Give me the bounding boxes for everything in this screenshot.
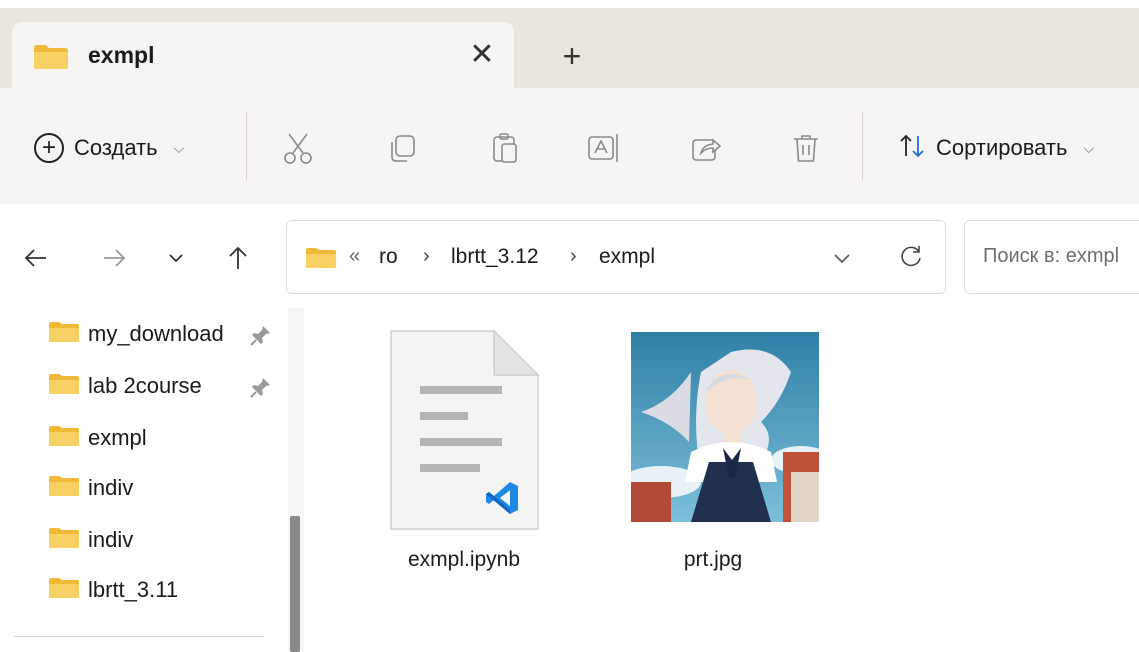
recent-locations-chevron-icon[interactable]: [156, 238, 196, 278]
breadcrumb-overflow[interactable]: «: [349, 245, 360, 268]
new-tab-button[interactable]: +: [550, 34, 594, 78]
tab-title: exmpl: [88, 42, 155, 68]
pin-icon[interactable]: [250, 324, 272, 351]
chevron-down-icon: ⌵: [1083, 139, 1095, 156]
delete-icon[interactable]: [786, 128, 826, 168]
folder-icon: [48, 527, 80, 554]
sidebar-item-label: my_download: [88, 321, 224, 346]
sidebar-item-label: exmpl: [88, 425, 147, 450]
sidebar-item-indiv[interactable]: indiv: [48, 468, 133, 508]
folder-icon: [48, 425, 80, 452]
sort-arrows-icon: [898, 132, 926, 165]
navigation-pane: my_download lab 2course exmpl indiv indi…: [0, 308, 318, 652]
create-button[interactable]: + Создать ⌵: [34, 128, 184, 168]
pin-icon[interactable]: [250, 376, 272, 403]
close-tab-icon[interactable]: ✕: [458, 30, 506, 78]
search-input[interactable]: Поиск в: exmpl: [964, 220, 1139, 294]
refresh-icon[interactable]: [891, 237, 931, 277]
back-arrow-icon[interactable]: [16, 238, 56, 278]
window-top-edge: [0, 0, 1139, 8]
toolbar-divider: [862, 112, 863, 180]
sidebar-item-my-download[interactable]: my_download: [48, 314, 224, 354]
sidebar-scrollbar-thumb[interactable]: [290, 516, 300, 652]
sidebar-item-label: indiv: [88, 475, 134, 500]
breadcrumb-item[interactable]: exmpl: [599, 245, 655, 269]
sort-label: Сортировать: [936, 135, 1068, 160]
forward-arrow-icon[interactable]: [94, 238, 134, 278]
rename-icon[interactable]: [584, 128, 624, 168]
folder-icon: [48, 321, 80, 348]
folder-icon: [305, 247, 337, 274]
tab-bar: exmpl ✕ +: [0, 8, 1139, 88]
sort-button[interactable]: Сортировать ⌵: [898, 128, 1094, 168]
file-item-prt-jpg[interactable]: prt.jpg: [613, 324, 831, 574]
folder-icon: [33, 44, 69, 75]
file-item-exmpl-ipynb[interactable]: exmpl.ipynb: [364, 324, 564, 574]
command-bar: + Создать ⌵ Сортировать ⌵: [0, 88, 1139, 204]
sidebar-item-exmpl[interactable]: exmpl: [48, 418, 147, 458]
file-name: exmpl.ipynb: [407, 548, 521, 571]
sidebar-item-label: indiv: [88, 527, 134, 552]
address-dropdown-chevron-icon[interactable]: [825, 241, 859, 275]
share-icon[interactable]: [686, 128, 726, 168]
breadcrumb-separator[interactable]: ›: [570, 245, 577, 268]
sidebar-item-lbrtt-3-11[interactable]: lbrtt_3.11: [48, 570, 178, 610]
navigation-row: « ro › lbrtt_3.12 › exmpl Поиск в: exmpl: [0, 204, 1139, 308]
image-thumbnail: [621, 332, 831, 527]
file-name: prt.jpg: [683, 548, 743, 571]
chevron-down-icon: ⌵: [173, 139, 185, 156]
sidebar-item-lab-2course[interactable]: lab 2course: [48, 366, 202, 406]
cut-icon[interactable]: [278, 128, 318, 168]
sidebar-item-label: lbrtt_3.11: [88, 577, 179, 602]
sidebar-divider: [14, 636, 264, 637]
breadcrumb-item[interactable]: ro: [379, 245, 398, 269]
toolbar-divider: [246, 112, 247, 180]
file-list: exmpl.ipynb prt.jpg: [318, 308, 1139, 652]
paste-icon[interactable]: [486, 128, 526, 168]
vscode-document-icon: [390, 329, 540, 535]
folder-icon: [48, 475, 80, 502]
plus-circle-icon: +: [34, 133, 64, 163]
up-arrow-icon[interactable]: [218, 238, 258, 278]
sidebar-item-indiv[interactable]: indiv: [48, 520, 133, 560]
folder-icon: [48, 577, 80, 604]
breadcrumb-separator[interactable]: ›: [423, 245, 430, 268]
tab-exmpl[interactable]: exmpl ✕: [12, 22, 514, 88]
copy-icon[interactable]: [382, 128, 422, 168]
address-bar[interactable]: « ro › lbrtt_3.12 › exmpl: [286, 220, 946, 294]
folder-icon: [48, 373, 80, 400]
search-placeholder: Поиск в: exmpl: [983, 245, 1120, 267]
sidebar-item-label: lab 2course: [88, 373, 202, 398]
breadcrumb-item[interactable]: lbrtt_3.12: [451, 245, 539, 269]
create-label: Создать: [74, 135, 158, 160]
